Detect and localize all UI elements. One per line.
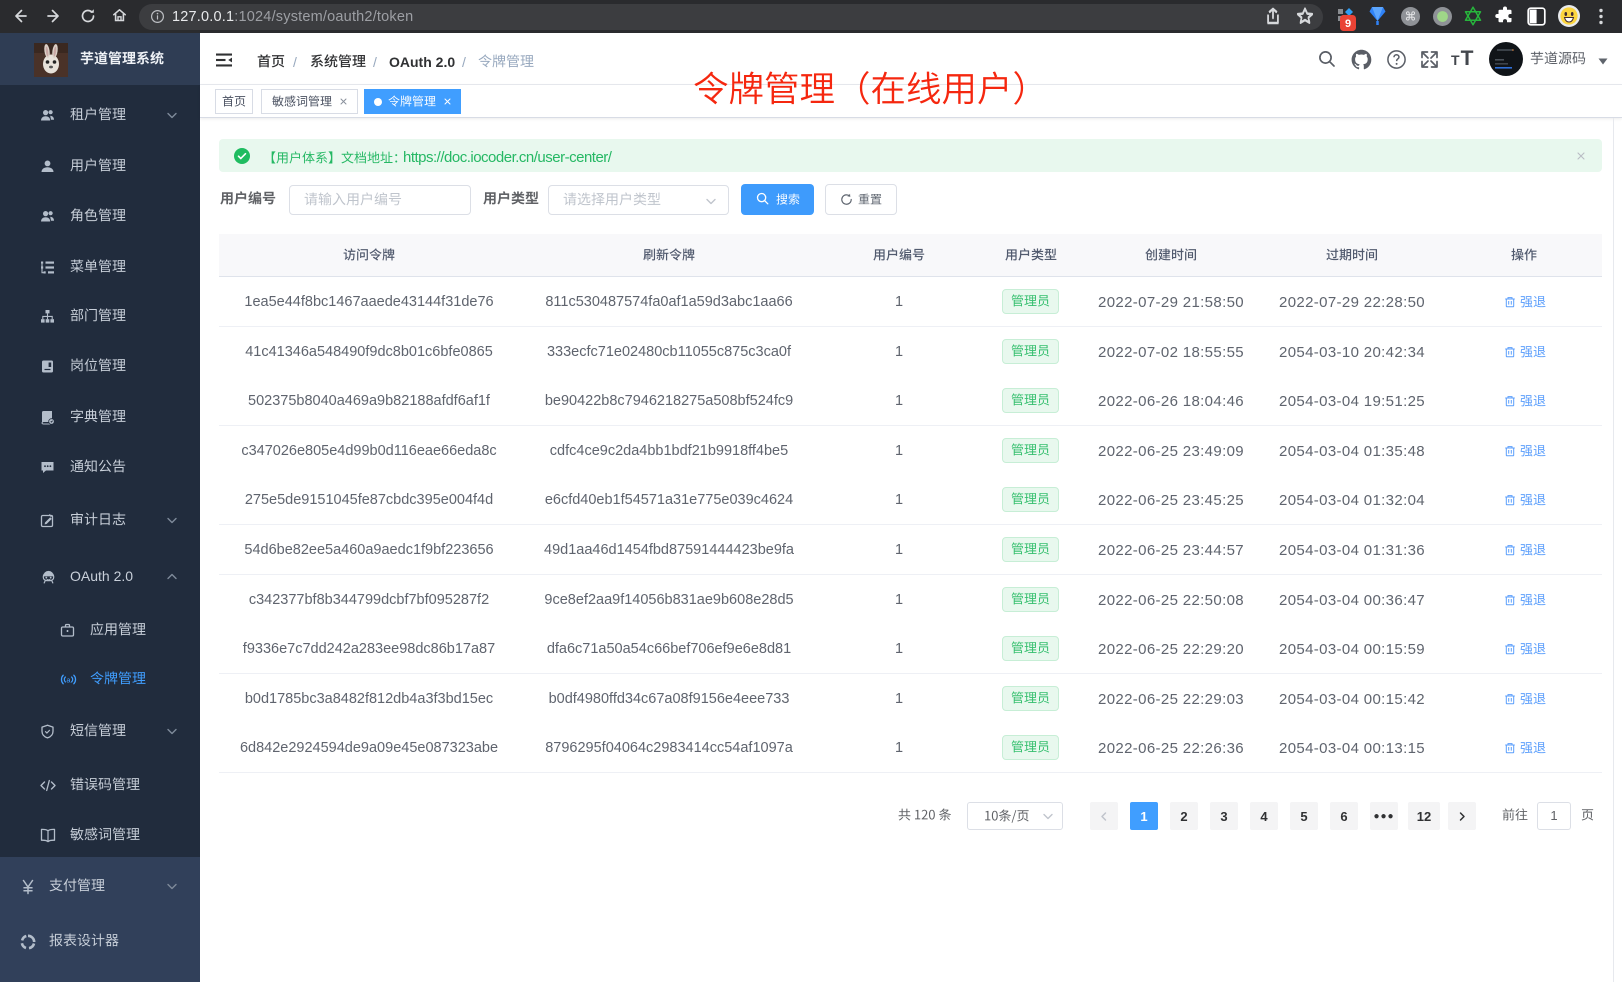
svg-text:a: a bbox=[66, 675, 71, 684]
svg-text:⌘: ⌘ bbox=[1405, 10, 1417, 24]
svg-text:9: 9 bbox=[1345, 18, 1351, 30]
